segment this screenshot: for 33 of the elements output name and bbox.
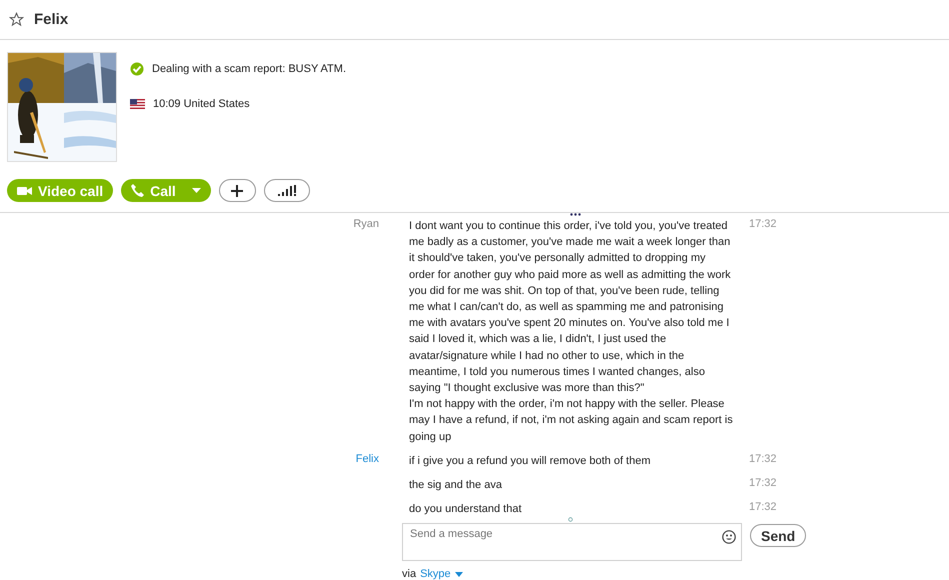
typing-indicator-icon <box>568 517 573 522</box>
send-button[interactable]: Send <box>750 524 806 548</box>
message-field[interactable]: Send a message <box>402 523 742 562</box>
caret-icon <box>454 572 463 577</box>
video-call-button[interactable]: Video call <box>7 179 114 202</box>
star-icon[interactable] <box>9 12 24 27</box>
caret-icon <box>192 188 201 193</box>
phone-icon <box>131 184 144 197</box>
add-button[interactable] <box>218 179 256 202</box>
status-check-icon <box>130 62 144 76</box>
message-time: 17:32 <box>749 452 777 465</box>
message-time: 17:32 <box>749 218 777 230</box>
message-text: I dont want you to continue this order, i've told you, you've treated me badly as a customer, you've made me wait a week longer than it should've taken, you've personally admitted to dropping my order for another guy who paid more as well as admitting the work you did for me was shit. On top of that, you've been rude, telling me what I can/can't do, as well as spamming me and patronising me with avatars you've spent 20 minutes on. You've also told me I said I loved it, which was a lie, I didn't, I just used the avatar/signature while I had no other to use, which in the meantime, I told you numerous times I wanted changes, also saying "I thought exclusive was more than this?" I'm not happy with the order, i'm not happy with the seller. Please may I have a refund, if not, i'm not asking again and scam report is going up <box>409 220 733 443</box>
smiley-icon[interactable] <box>722 530 736 544</box>
message-text: do you understand that <box>409 503 522 516</box>
call-quality-button[interactable] <box>264 179 310 202</box>
sender-name: Ryan <box>353 218 379 230</box>
signal-bars-icon <box>278 185 296 196</box>
network-selector[interactable]: Skype <box>420 568 463 580</box>
call-button[interactable]: Call <box>121 179 211 202</box>
more-icon[interactable] <box>570 213 581 216</box>
flag-icon <box>130 99 145 109</box>
plus-icon <box>231 184 244 196</box>
video-camera-icon <box>17 186 32 196</box>
message-time: 17:32 <box>749 501 777 514</box>
message-text: if i give you a refund you will remove both of them <box>409 454 651 467</box>
message-time: 17:32 <box>749 477 777 490</box>
mood-message: Dealing with a scam report: BUSY ATM. <box>152 63 346 75</box>
via-label: via <box>402 568 416 580</box>
contact-name: Felix <box>34 11 68 28</box>
message-text: the sig and the ava <box>409 479 502 492</box>
local-time: 10:09 United States <box>153 98 250 110</box>
sender-name: Felix <box>356 452 379 465</box>
